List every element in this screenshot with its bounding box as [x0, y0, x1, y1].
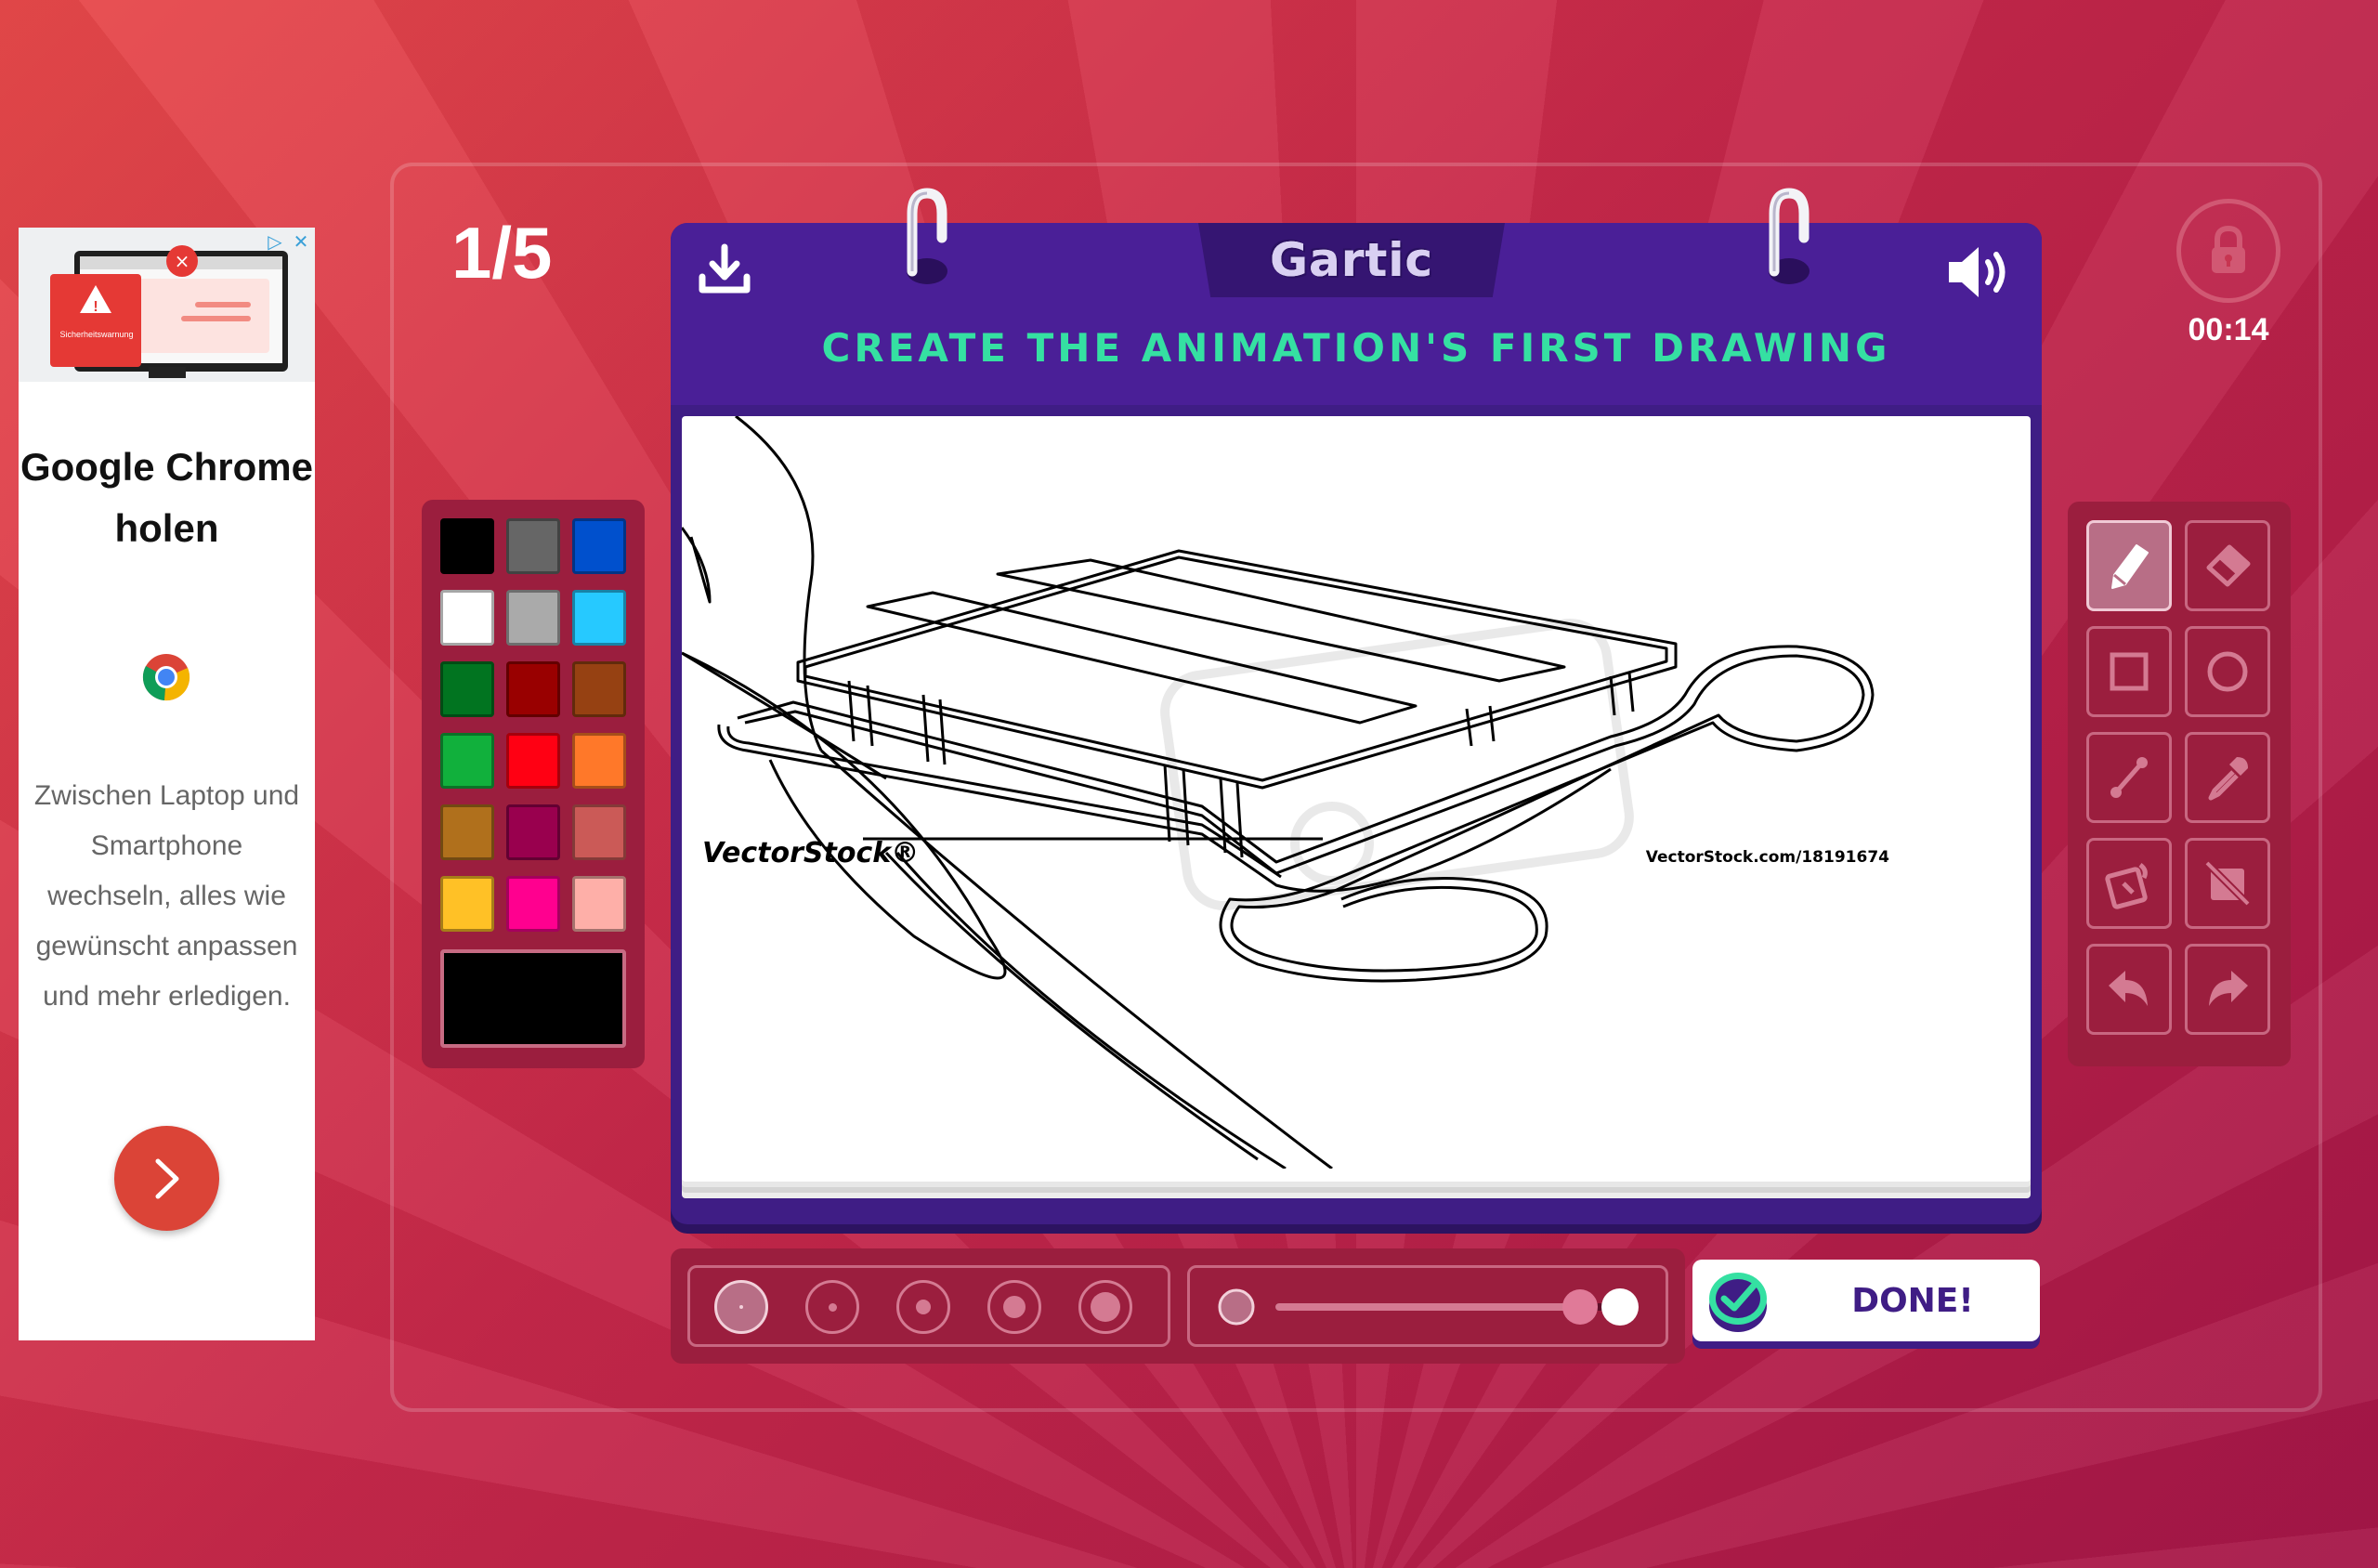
color-swatch[interactable] — [572, 590, 626, 646]
lock-icon — [2212, 225, 2245, 273]
line-icon — [2110, 757, 2148, 798]
brush-size-group — [687, 1265, 1170, 1347]
undo-tool[interactable] — [2086, 944, 2172, 1035]
brush-size-4[interactable] — [987, 1280, 1041, 1334]
gartic-logo: Gartic — [1269, 233, 1434, 287]
color-swatch[interactable] — [506, 804, 560, 860]
ellipse-icon — [2207, 651, 2248, 692]
color-swatch[interactable] — [572, 661, 626, 717]
no-fill-tool[interactable] — [2185, 838, 2270, 929]
color-swatch[interactable] — [506, 876, 560, 932]
tool-panel — [2068, 502, 2291, 1066]
watermark-left: VectorStock® — [702, 837, 919, 869]
ad-open-button[interactable] — [114, 1126, 219, 1231]
pencil-tool[interactable] — [2086, 520, 2172, 611]
opacity-slider-thumb — [1562, 1289, 1598, 1325]
chevron-right-icon — [155, 1158, 178, 1198]
done-label: DONE! — [1851, 1281, 1974, 1320]
current-color[interactable] — [440, 949, 626, 1048]
color-swatch[interactable] — [506, 661, 560, 717]
color-swatch[interactable] — [440, 518, 494, 574]
ad-image[interactable]: ! × Sicherheitswarnung ▷ ✕ — [19, 228, 315, 382]
color-swatch[interactable] — [572, 804, 626, 860]
color-swatch[interactable] — [440, 733, 494, 789]
check-badge-icon — [1709, 1273, 1767, 1332]
opacity-slider[interactable] — [1187, 1265, 1668, 1347]
drawing-notebook: Gartic CREATE THE ANIMATION'S FIRST DRAW… — [671, 188, 2042, 1224]
chrome-logo-icon — [142, 653, 190, 701]
color-swatch[interactable] — [572, 733, 626, 789]
notebook-header: Gartic CREATE THE ANIMATION'S FIRST DRAW… — [671, 223, 2042, 405]
binder-ring-right — [1763, 186, 1815, 288]
eraser-icon — [2206, 544, 2251, 587]
color-palette — [422, 500, 645, 1068]
eyedropper-icon — [2208, 757, 2248, 801]
canvas-drawing[interactable]: VectorStock® VectorStock.com/18191674 — [682, 416, 2031, 1169]
brush-size-5[interactable] — [1078, 1280, 1132, 1334]
color-swatch[interactable] — [440, 876, 494, 932]
ad-title[interactable]: Google Chrome holen — [19, 437, 315, 559]
svg-text:!: ! — [93, 299, 98, 315]
ad-body-text: Zwischen Laptop und Smartphone wechseln,… — [33, 780, 300, 1012]
color-swatch[interactable] — [506, 733, 560, 789]
color-swatch[interactable] — [572, 518, 626, 574]
ad-warning-text: Sicherheitswarnung — [59, 330, 134, 339]
line-tool[interactable] — [2086, 732, 2172, 823]
eyedropper-tool[interactable] — [2185, 732, 2270, 823]
pencil-icon — [2111, 544, 2149, 589]
drawing-canvas[interactable]: VectorStock® VectorStock.com/18191674 — [682, 416, 2031, 1182]
brush-settings-bar — [671, 1248, 1685, 1364]
rectangle-icon — [2110, 652, 2149, 691]
done-button[interactable]: DONE! — [1692, 1260, 2040, 1341]
download-icon[interactable] — [697, 242, 752, 297]
fill-icon — [2105, 863, 2148, 909]
color-swatch[interactable] — [506, 518, 560, 574]
sound-icon[interactable] — [1945, 242, 2016, 303]
svg-text:×: × — [175, 250, 190, 272]
brush-size-1[interactable] — [714, 1280, 768, 1334]
binder-ring-left — [901, 186, 953, 288]
brush-size-2[interactable] — [805, 1280, 859, 1334]
color-swatch[interactable] — [506, 590, 560, 646]
color-swatch[interactable] — [440, 804, 494, 860]
color-swatch[interactable] — [572, 876, 626, 932]
ad-panel[interactable]: ! × Sicherheitswarnung ▷ ✕ Google Chrome… — [19, 228, 315, 1340]
opacity-low-icon — [1218, 1288, 1255, 1326]
undo-icon — [2109, 971, 2148, 1006]
round-counter: 1/5 — [451, 212, 553, 294]
lock-button[interactable] — [2176, 199, 2280, 303]
fill-tool[interactable] — [2086, 838, 2172, 929]
redo-tool[interactable] — [2185, 944, 2270, 1035]
instruction-text: CREATE THE ANIMATION'S FIRST DRAWING — [821, 325, 1891, 371]
logo-tab: Gartic — [1198, 223, 1505, 297]
timer: 00:14 — [2188, 312, 2269, 347]
color-swatch[interactable] — [440, 661, 494, 717]
no-fill-icon — [2204, 860, 2251, 907]
watermark-right: VectorStock.com/18191674 — [1646, 848, 1889, 867]
ellipse-tool[interactable] — [2185, 626, 2270, 717]
opacity-high-icon — [1601, 1288, 1639, 1326]
rectangle-tool[interactable] — [2086, 626, 2172, 717]
redo-icon — [2209, 971, 2248, 1006]
brush-size-3[interactable] — [896, 1280, 950, 1334]
color-swatch[interactable] — [440, 590, 494, 646]
ad-choices-icon[interactable]: ▷ — [263, 229, 287, 254]
ad-close-icon[interactable]: ✕ — [289, 229, 313, 254]
eraser-tool[interactable] — [2185, 520, 2270, 611]
